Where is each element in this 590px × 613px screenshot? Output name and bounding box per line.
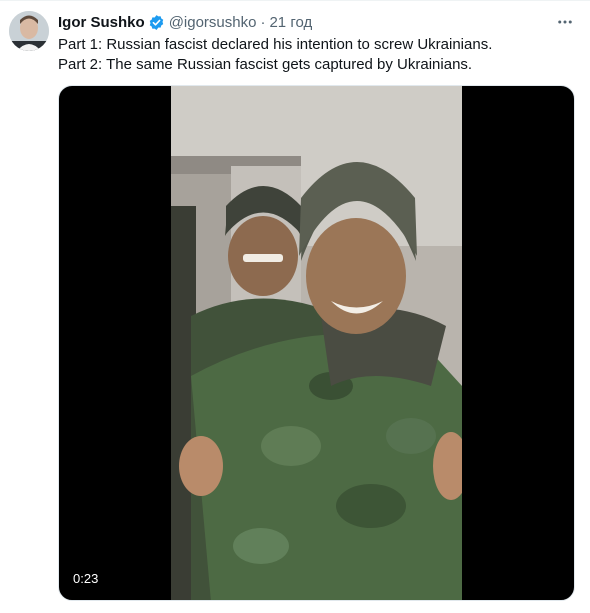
verified-badge-icon	[148, 14, 165, 31]
tweet-text-line-1: Part 1: Russian fascist declared his int…	[58, 36, 493, 53]
video-player[interactable]: 0:23	[58, 85, 575, 601]
tweet-text: Part 1: Russian fascist declared his int…	[58, 35, 578, 75]
avatar[interactable]	[9, 11, 49, 51]
separator-dot: ·	[260, 13, 266, 31]
tweet[interactable]: Igor Sushko @igorsushko · 21 год Part 1:…	[0, 0, 590, 613]
more-horizontal-icon[interactable]	[554, 11, 576, 33]
author-handle[interactable]: @igorsushko	[169, 14, 257, 31]
author-name[interactable]: Igor Sushko	[58, 14, 145, 31]
tweet-header: Igor Sushko @igorsushko · 21 год	[58, 12, 312, 32]
video-frame[interactable]	[171, 86, 462, 600]
video-duration: 0:23	[67, 569, 105, 589]
timestamp[interactable]: 21 год	[269, 14, 312, 31]
tweet-text-line-2: Part 2: The same Russian fascist gets ca…	[58, 56, 473, 73]
